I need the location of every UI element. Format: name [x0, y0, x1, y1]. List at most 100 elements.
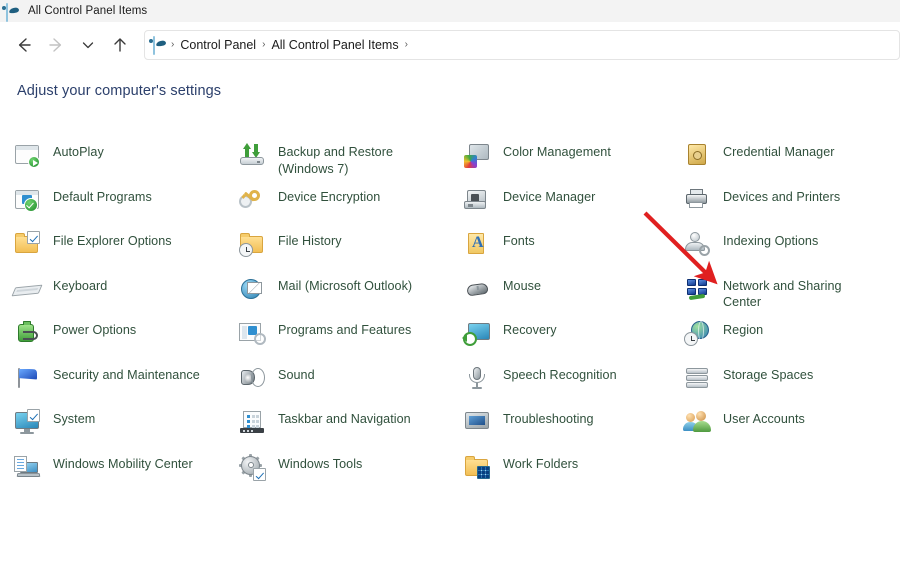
control-panel-item-windows-mobility-center[interactable]: Windows Mobility Center	[0, 450, 225, 495]
indexing-options-icon	[684, 231, 710, 257]
control-panel-item-power-options[interactable]: Power Options	[0, 316, 225, 361]
item-label: User Accounts	[723, 412, 805, 426]
title-bar: All Control Panel Items	[0, 0, 900, 22]
item-label: Speech Recognition	[503, 367, 617, 382]
item-label: Device Encryption	[278, 189, 381, 204]
security-maintenance-icon	[14, 365, 40, 391]
control-panel-item-recovery[interactable]: Recovery	[450, 316, 670, 361]
control-panel-item-file-history[interactable]: File History	[225, 227, 450, 272]
forward-arrow-icon[interactable]	[40, 29, 72, 61]
breadcrumb-all-control-panel-items[interactable]: All Control Panel Items	[266, 38, 403, 52]
address-bar[interactable]: › Control Panel › All Control Panel Item…	[144, 29, 900, 60]
control-panel-item-autoplay[interactable]: AutoPlay	[0, 138, 225, 183]
items-column-1: AutoPlay Default Programs File Explorer …	[0, 138, 225, 494]
troubleshooting-icon	[464, 409, 490, 435]
programs-features-icon	[239, 320, 266, 346]
device-encryption-icon	[239, 187, 265, 213]
windows-tools-icon	[239, 453, 266, 481]
page-title: Adjust your computer's settings	[17, 83, 222, 99]
item-label: Recovery	[503, 323, 557, 337]
control-panel-item-device-manager[interactable]: Device Manager	[450, 183, 670, 228]
control-panel-window: All Control Panel Items › Control Panel …	[0, 0, 900, 586]
control-panel-item-color-management[interactable]: Color Management	[450, 138, 670, 183]
control-panel-item-network-and-sharing-center[interactable]: Network and Sharing Center	[670, 272, 900, 317]
taskbar-navigation-icon	[239, 409, 265, 435]
control-panel-item-troubleshooting[interactable]: Troubleshooting	[450, 405, 670, 450]
fonts-icon: A	[464, 231, 490, 257]
mouse-icon	[464, 276, 490, 302]
breadcrumb-control-panel[interactable]: Control Panel	[175, 38, 261, 52]
control-panel-item-keyboard[interactable]: Keyboard	[0, 272, 225, 317]
item-label-line1: Network and Sharing	[723, 278, 842, 293]
items-column-2: Backup and Restore (Windows 7) Device En…	[225, 138, 450, 494]
item-label: File Explorer Options	[53, 234, 172, 248]
chevron-down-icon[interactable]	[72, 29, 104, 61]
recovery-icon	[462, 320, 490, 346]
items-column-3: Color Management Device Manager A Fonts …	[450, 138, 670, 494]
item-label-line1: Backup and Restore	[278, 145, 394, 159]
back-arrow-icon[interactable]	[8, 29, 40, 61]
item-label: Region	[723, 323, 764, 337]
devices-printers-icon	[684, 187, 710, 213]
user-accounts-icon	[683, 409, 711, 435]
item-label: AutoPlay	[53, 145, 104, 159]
storage-spaces-icon	[684, 365, 710, 391]
control-panel-item-file-explorer-options[interactable]: File Explorer Options	[0, 227, 225, 272]
control-panel-icon	[153, 36, 168, 55]
item-label: Troubleshooting	[503, 412, 594, 426]
item-label: Color Management	[503, 145, 611, 159]
item-label: Work Folders	[503, 456, 579, 471]
item-label: Windows Mobility Center	[53, 456, 193, 471]
item-label: Devices and Printers	[723, 189, 841, 204]
item-label: Programs and Features	[278, 323, 412, 337]
item-label-line2: (Windows 7)	[278, 161, 349, 176]
control-panel-item-default-programs[interactable]: Default Programs	[0, 183, 225, 228]
control-panel-item-mail[interactable]: Mail (Microsoft Outlook)	[225, 272, 450, 317]
up-arrow-icon[interactable]	[104, 29, 136, 61]
item-label: Indexing Options	[723, 234, 819, 248]
control-panel-item-storage-spaces[interactable]: Storage Spaces	[670, 361, 900, 406]
control-panel-item-security-and-maintenance[interactable]: Security and Maintenance	[0, 361, 225, 406]
control-panel-item-windows-tools[interactable]: Windows Tools	[225, 450, 450, 495]
control-panel-item-mouse[interactable]: Mouse	[450, 272, 670, 317]
file-explorer-options-icon	[14, 231, 40, 257]
control-panel-item-region[interactable]: Region	[670, 316, 900, 361]
item-label: Mail (Microsoft Outlook)	[278, 278, 413, 293]
autoplay-icon	[14, 142, 40, 168]
control-panel-item-programs-and-features[interactable]: Programs and Features	[225, 316, 450, 361]
control-panel-item-device-encryption[interactable]: Device Encryption	[225, 183, 450, 228]
device-manager-icon	[464, 187, 490, 213]
item-label: Keyboard	[53, 278, 108, 293]
item-label: Storage Spaces	[723, 367, 814, 382]
control-panel-items-grid: AutoPlay Default Programs File Explorer …	[0, 138, 900, 494]
file-history-icon	[239, 231, 265, 257]
control-panel-item-user-accounts[interactable]: User Accounts	[670, 405, 900, 450]
navigation-bar: › Control Panel › All Control Panel Item…	[0, 22, 900, 67]
control-panel-item-indexing-options[interactable]: Indexing Options	[670, 227, 900, 272]
control-panel-item-taskbar-and-navigation[interactable]: Taskbar and Navigation	[225, 405, 450, 450]
item-label: System	[53, 412, 96, 426]
item-label: Network and Sharing Center	[723, 275, 842, 311]
keyboard-icon	[11, 276, 43, 302]
item-label: Device Manager	[503, 189, 596, 204]
color-management-icon	[464, 142, 490, 168]
control-panel-item-credential-manager[interactable]: Credential Manager	[670, 138, 900, 183]
item-label: Backup and Restore (Windows 7)	[278, 141, 393, 177]
control-panel-item-backup-and-restore[interactable]: Backup and Restore (Windows 7)	[225, 138, 450, 183]
control-panel-item-system[interactable]: System	[0, 405, 225, 450]
control-panel-item-fonts[interactable]: A Fonts	[450, 227, 670, 272]
items-column-4: Credential Manager Devices and Printers …	[670, 138, 900, 494]
system-icon	[14, 409, 40, 435]
item-label: Fonts	[503, 234, 535, 248]
control-panel-item-work-folders[interactable]: Work Folders	[450, 450, 670, 495]
item-label: Taskbar and Navigation	[278, 412, 411, 426]
sound-icon	[239, 365, 265, 391]
item-label: Sound	[278, 367, 315, 382]
control-panel-item-sound[interactable]: Sound	[225, 361, 450, 406]
speech-recognition-icon	[464, 365, 490, 391]
control-panel-item-devices-and-printers[interactable]: Devices and Printers	[670, 183, 900, 228]
windows-mobility-center-icon	[14, 454, 41, 480]
power-options-icon	[14, 320, 40, 346]
control-panel-item-speech-recognition[interactable]: Speech Recognition	[450, 361, 670, 406]
window-title: All Control Panel Items	[28, 5, 148, 17]
